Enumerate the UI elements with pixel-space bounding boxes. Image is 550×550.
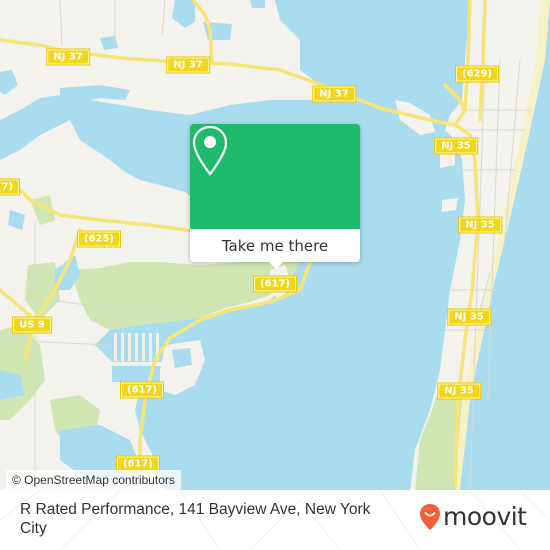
popup-pointer: [268, 261, 284, 269]
road-shield-nj37: NJ 37: [47, 49, 89, 65]
moovit-logo[interactable]: moovit: [419, 502, 527, 532]
road-shield-us9: US 9: [13, 317, 51, 333]
road-shield-7: (7): [0, 179, 20, 195]
popup-header: [190, 124, 360, 229]
place-address: R Rated Performance, 141 Bayview Ave, Ne…: [20, 501, 371, 537]
map-attribution[interactable]: © OpenStreetMap contributors: [6, 470, 181, 490]
road-shield-nj35: NJ 35: [459, 217, 501, 233]
road-shield-nj35: NJ 35: [438, 383, 480, 399]
map-view[interactable]: NJ 37 NJ 37 NJ 37 (629) NJ 35 (7) (625) …: [0, 0, 550, 490]
brand-name: moovit: [443, 502, 527, 531]
road-shield-nj37: NJ 37: [167, 57, 209, 73]
take-me-there-button[interactable]: Take me there: [190, 229, 360, 262]
footer-bar: R Rated Performance, 141 Bayview Ave, Ne…: [0, 490, 550, 550]
road-shield-617: (617): [120, 382, 164, 398]
lagoon: [172, 348, 192, 368]
location-pin-icon: [192, 125, 228, 176]
road-shield-625: (625): [77, 231, 121, 247]
road-shield-nj35: NJ 35: [448, 309, 490, 325]
road-shield-629: (629): [455, 66, 499, 82]
location-popup: Take me there: [190, 124, 360, 269]
road-shield-617: (617): [253, 276, 297, 292]
road-shield-nj35: NJ 35: [435, 138, 477, 154]
lagoon: [250, 0, 265, 8]
moovit-pin-smile-icon: [420, 504, 440, 530]
marina-piers: [442, 198, 458, 212]
road-shield-nj37: NJ 37: [313, 86, 355, 102]
